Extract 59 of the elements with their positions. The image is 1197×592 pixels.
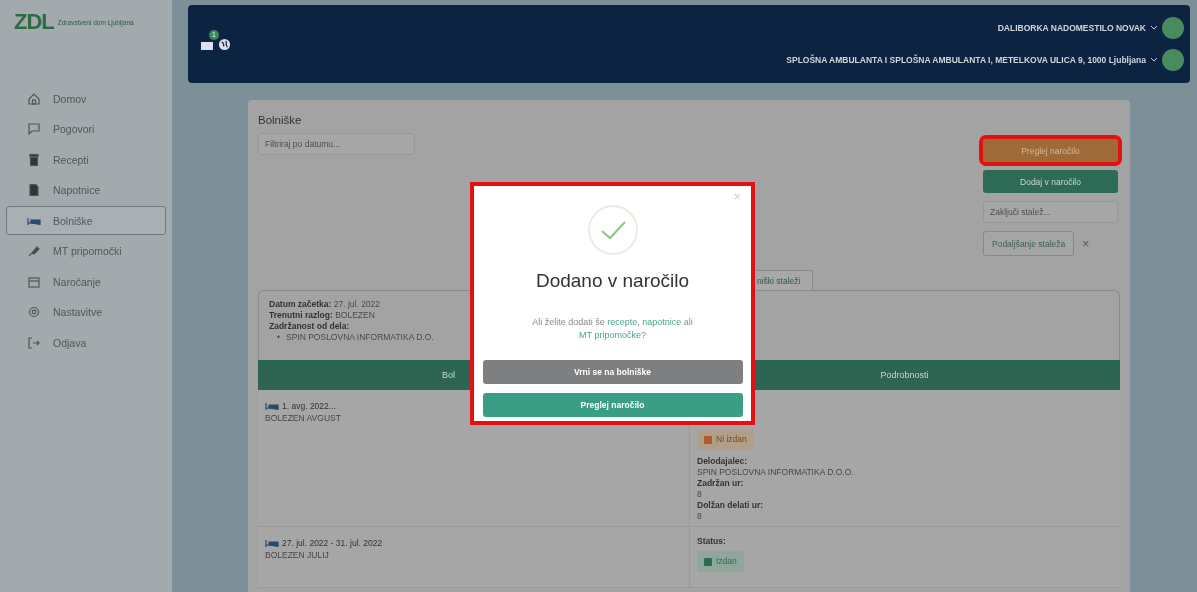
leave-reason: BOLEZEN AVGUST — [265, 413, 341, 424]
summary-line: Zadržanost od dela: — [269, 321, 350, 332]
field-label: Dolžan delati ur: — [697, 500, 764, 511]
leave-period: 27. jul. 2022 - 31. jul. 2022 — [265, 536, 383, 550]
chat-icon — [27, 122, 41, 136]
link[interactable]: MT pripomočke — [579, 330, 641, 340]
sidebar-item[interactable]: Pogovori — [6, 114, 166, 144]
employer-item: SPIN POSLOVNA INFORMATIKA D.O. — [286, 332, 434, 343]
pen-icon — [27, 244, 41, 258]
status-badge: Ni izdan — [697, 429, 754, 450]
doctor-avatar[interactable] — [1162, 49, 1184, 71]
warning-icon — [704, 435, 712, 444]
sidebar-item[interactable]: Odjava — [6, 328, 166, 357]
dialog-title: Dodano v naročilo — [535, 270, 690, 292]
user-name[interactable]: DALIBORKA NADOMESTILO NOVAK — [997, 23, 1146, 33]
logo-mark: ZDL — [14, 9, 54, 35]
date-filter-field[interactable]: Filtriraj po datumu... — [258, 133, 415, 155]
add-to-order-button[interactable]: Dodaj v naročilo — [983, 170, 1118, 193]
sidebar-item[interactable]: Recepti — [6, 145, 166, 174]
logout-icon — [27, 335, 41, 350]
sidebar-item[interactable]: Napotnice — [6, 175, 166, 205]
field-value: SPIN POSLOVNA INFORMATIKA D.O.O. — [697, 467, 854, 478]
sidebar-item[interactable]: Bolniške — [6, 206, 166, 235]
success-check-icon — [586, 204, 639, 256]
calendar-icon — [27, 274, 41, 289]
user-avatar[interactable] — [1162, 17, 1184, 39]
page-title: Bolniške — [258, 114, 303, 126]
column-header: Bol — [442, 370, 455, 380]
field-value: 8 — [697, 489, 702, 500]
review-order-button[interactable]: Preglej naročilo — [482, 393, 743, 417]
field-value: 8 — [697, 511, 702, 522]
status-label: Status: — [697, 536, 726, 547]
sidebar-item[interactable]: Domov — [6, 84, 166, 113]
extend-leave-button[interactable]: Podaljšanje staleža — [983, 231, 1075, 256]
leave-reason: BOLEZEN JULIJ — [265, 550, 329, 561]
link[interactable]: napotnice — [642, 317, 682, 327]
column-header: Podrobnosti — [879, 370, 930, 380]
bullet: • — [277, 332, 280, 343]
status-badge: Izdan — [697, 551, 744, 572]
summary-line: Trenutni razlog: BOLEZEN — [269, 310, 375, 321]
pill-bottle-icon — [27, 152, 41, 167]
back-button[interactable]: Vrni se na bolniške — [482, 360, 743, 384]
leave-period: 1. avg. 2022... — [265, 399, 336, 413]
check-square-icon — [704, 557, 712, 566]
clear-button[interactable]: × — [1082, 236, 1090, 251]
gear-icon — [27, 305, 41, 319]
sidebar-item[interactable]: MT pripomočki — [6, 236, 166, 266]
field-label: Zadržan ur: — [697, 478, 744, 489]
dialog-message: Ali želite dodati še recepte, napotnice ali MT pripomočke? — [531, 316, 694, 342]
chevron-down-icon[interactable] — [1150, 57, 1158, 63]
chevron-down-icon[interactable] — [1150, 25, 1158, 31]
location-name[interactable]: SPLOŠNA AMBULANTA I SPLOŠNA AMBULANTA I, METELKOVA ULICA 9, 1000 Ljubljana — [786, 55, 1146, 65]
home-icon — [27, 91, 41, 106]
document-icon — [27, 183, 41, 197]
end-leave-field[interactable]: Zaključi stalež... — [983, 201, 1118, 223]
sidebar-item[interactable]: Nastavitve — [6, 297, 166, 327]
field-label: Delodajalec: — [697, 456, 748, 467]
summary-line: Datum začetka: 27. jul. 2022 — [269, 299, 381, 310]
sidebar-item[interactable]: Naročanje — [6, 267, 166, 296]
